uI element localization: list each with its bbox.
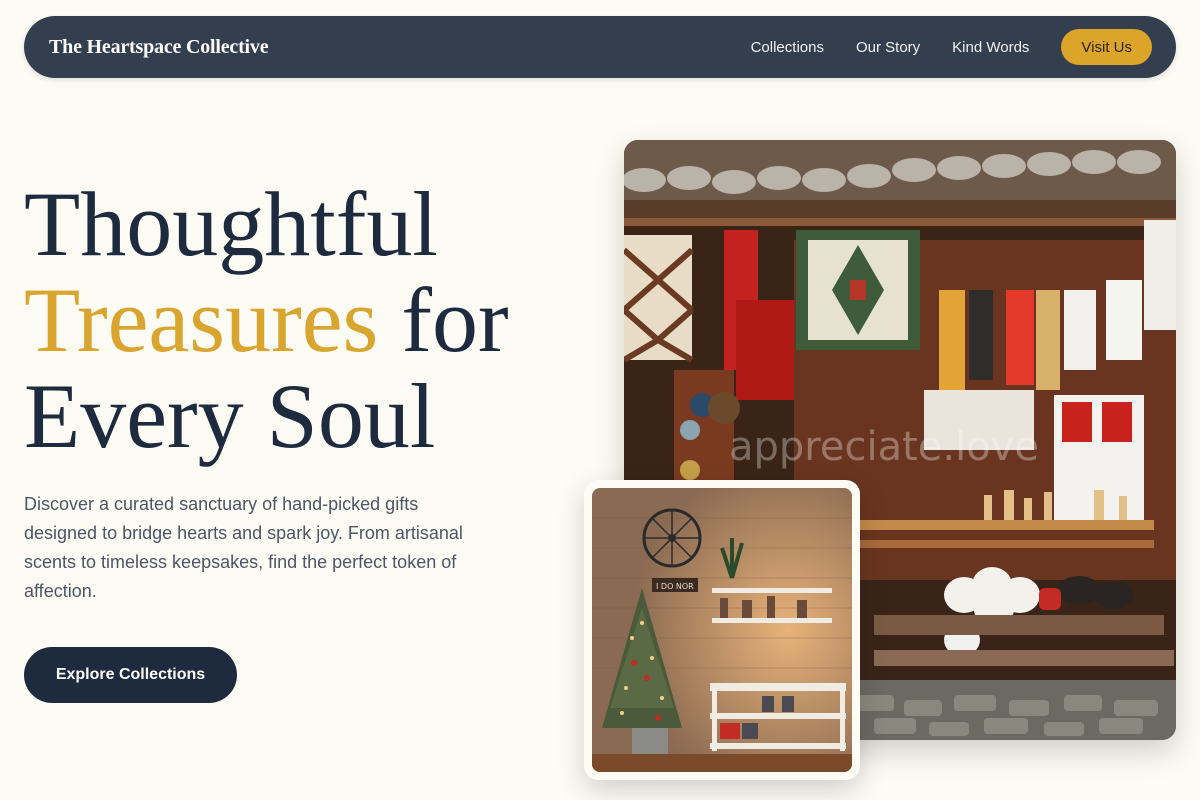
- hero-description: Discover a curated sanctuary of hand-pic…: [24, 494, 463, 601]
- shop-corner-illustration: I DO NOR: [592, 488, 852, 772]
- visit-us-button[interactable]: Visit Us: [1061, 29, 1152, 65]
- brand-logo-text[interactable]: The Heartspace Collective: [49, 36, 269, 59]
- nav-link-our-story[interactable]: Our Story: [856, 39, 920, 56]
- headline-accent-word: Treasures: [24, 269, 379, 371]
- headline-line-3: Every Soul: [24, 365, 436, 467]
- hero-headline: Thoughtful Treasures for Every Soul: [24, 176, 584, 464]
- shop-corner-photo: I DO NOR: [592, 488, 852, 772]
- photo-watermark: appreciate.love: [729, 424, 1039, 470]
- nav-link-kind-words[interactable]: Kind Words: [952, 39, 1029, 56]
- explore-collections-button[interactable]: Explore Collections: [24, 647, 237, 703]
- top-navigation: The Heartspace Collective Collections Ou…: [24, 16, 1176, 78]
- headline-line-1: Thoughtful: [24, 173, 438, 275]
- shop-sign: I DO NOR: [656, 582, 694, 591]
- nav-links: Collections Our Story Kind Words Visit U…: [751, 29, 1152, 65]
- headline-line-2-rest: for: [378, 269, 509, 371]
- nav-link-collections[interactable]: Collections: [751, 39, 824, 56]
- shop-corner-photo-card: I DO NOR: [584, 480, 860, 780]
